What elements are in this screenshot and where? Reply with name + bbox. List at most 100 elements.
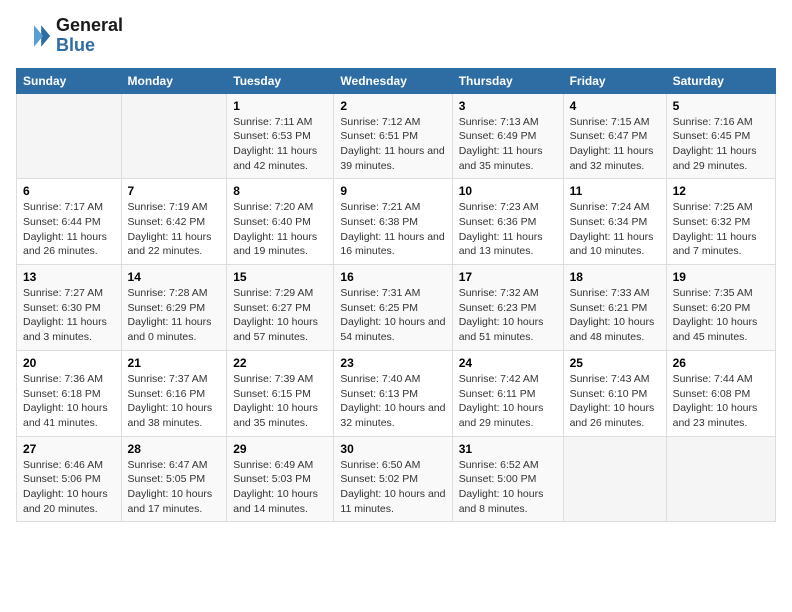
calendar-table: SundayMondayTuesdayWednesdayThursdayFrid… [16,68,776,523]
calendar-week-1: 1 Sunrise: 7:11 AMSunset: 6:53 PMDayligh… [17,93,776,179]
day-info: Sunrise: 7:21 AMSunset: 6:38 PMDaylight:… [340,200,445,259]
day-info: Sunrise: 7:15 AMSunset: 6:47 PMDaylight:… [570,115,660,174]
day-info: Sunrise: 7:33 AMSunset: 6:21 PMDaylight:… [570,286,660,345]
page-header: General Blue [16,16,776,56]
day-number: 2 [340,99,445,113]
weekday-header-saturday: Saturday [666,68,775,93]
calendar-cell: 17 Sunrise: 7:32 AMSunset: 6:23 PMDaylig… [452,265,563,351]
day-info: Sunrise: 7:37 AMSunset: 6:16 PMDaylight:… [128,372,221,431]
day-info: Sunrise: 6:50 AMSunset: 5:02 PMDaylight:… [340,458,445,517]
calendar-cell: 13 Sunrise: 7:27 AMSunset: 6:30 PMDaylig… [17,265,122,351]
day-number: 14 [128,270,221,284]
calendar-cell: 19 Sunrise: 7:35 AMSunset: 6:20 PMDaylig… [666,265,775,351]
calendar-cell [563,436,666,522]
day-number: 22 [233,356,327,370]
day-info: Sunrise: 7:12 AMSunset: 6:51 PMDaylight:… [340,115,445,174]
day-info: Sunrise: 6:47 AMSunset: 5:05 PMDaylight:… [128,458,221,517]
calendar-cell: 2 Sunrise: 7:12 AMSunset: 6:51 PMDayligh… [334,93,452,179]
weekday-header-sunday: Sunday [17,68,122,93]
day-number: 4 [570,99,660,113]
day-number: 31 [459,442,557,456]
calendar-week-5: 27 Sunrise: 6:46 AMSunset: 5:06 PMDaylig… [17,436,776,522]
calendar-cell: 21 Sunrise: 7:37 AMSunset: 6:16 PMDaylig… [121,350,227,436]
calendar-cell: 20 Sunrise: 7:36 AMSunset: 6:18 PMDaylig… [17,350,122,436]
weekday-header-wednesday: Wednesday [334,68,452,93]
calendar-cell: 11 Sunrise: 7:24 AMSunset: 6:34 PMDaylig… [563,179,666,265]
calendar-cell: 27 Sunrise: 6:46 AMSunset: 5:06 PMDaylig… [17,436,122,522]
day-number: 20 [23,356,115,370]
day-number: 6 [23,184,115,198]
day-info: Sunrise: 7:28 AMSunset: 6:29 PMDaylight:… [128,286,221,345]
day-number: 8 [233,184,327,198]
weekday-header-tuesday: Tuesday [227,68,334,93]
logo-icon [16,18,52,54]
day-number: 27 [23,442,115,456]
calendar-cell: 4 Sunrise: 7:15 AMSunset: 6:47 PMDayligh… [563,93,666,179]
day-number: 12 [673,184,769,198]
day-info: Sunrise: 7:42 AMSunset: 6:11 PMDaylight:… [459,372,557,431]
calendar-cell [121,93,227,179]
calendar-cell: 26 Sunrise: 7:44 AMSunset: 6:08 PMDaylig… [666,350,775,436]
day-info: Sunrise: 7:39 AMSunset: 6:15 PMDaylight:… [233,372,327,431]
day-number: 19 [673,270,769,284]
day-info: Sunrise: 7:27 AMSunset: 6:30 PMDaylight:… [23,286,115,345]
day-info: Sunrise: 7:40 AMSunset: 6:13 PMDaylight:… [340,372,445,431]
day-info: Sunrise: 7:43 AMSunset: 6:10 PMDaylight:… [570,372,660,431]
day-info: Sunrise: 7:24 AMSunset: 6:34 PMDaylight:… [570,200,660,259]
day-number: 29 [233,442,327,456]
day-info: Sunrise: 7:13 AMSunset: 6:49 PMDaylight:… [459,115,557,174]
calendar-cell: 25 Sunrise: 7:43 AMSunset: 6:10 PMDaylig… [563,350,666,436]
day-number: 15 [233,270,327,284]
day-number: 24 [459,356,557,370]
day-number: 9 [340,184,445,198]
calendar-cell: 29 Sunrise: 6:49 AMSunset: 5:03 PMDaylig… [227,436,334,522]
day-info: Sunrise: 7:16 AMSunset: 6:45 PMDaylight:… [673,115,769,174]
calendar-cell: 18 Sunrise: 7:33 AMSunset: 6:21 PMDaylig… [563,265,666,351]
day-number: 30 [340,442,445,456]
calendar-cell: 15 Sunrise: 7:29 AMSunset: 6:27 PMDaylig… [227,265,334,351]
day-number: 18 [570,270,660,284]
day-number: 1 [233,99,327,113]
calendar-cell [17,93,122,179]
calendar-cell: 28 Sunrise: 6:47 AMSunset: 5:05 PMDaylig… [121,436,227,522]
calendar-cell: 7 Sunrise: 7:19 AMSunset: 6:42 PMDayligh… [121,179,227,265]
day-info: Sunrise: 7:23 AMSunset: 6:36 PMDaylight:… [459,200,557,259]
day-number: 25 [570,356,660,370]
weekday-header-thursday: Thursday [452,68,563,93]
day-info: Sunrise: 7:20 AMSunset: 6:40 PMDaylight:… [233,200,327,259]
day-number: 3 [459,99,557,113]
calendar-cell: 5 Sunrise: 7:16 AMSunset: 6:45 PMDayligh… [666,93,775,179]
day-info: Sunrise: 7:17 AMSunset: 6:44 PMDaylight:… [23,200,115,259]
day-info: Sunrise: 7:19 AMSunset: 6:42 PMDaylight:… [128,200,221,259]
day-info: Sunrise: 7:44 AMSunset: 6:08 PMDaylight:… [673,372,769,431]
logo: General Blue [16,16,123,56]
day-info: Sunrise: 7:35 AMSunset: 6:20 PMDaylight:… [673,286,769,345]
logo-text: General Blue [56,16,123,56]
day-number: 13 [23,270,115,284]
day-info: Sunrise: 7:32 AMSunset: 6:23 PMDaylight:… [459,286,557,345]
weekday-header-monday: Monday [121,68,227,93]
day-number: 23 [340,356,445,370]
calendar-cell: 24 Sunrise: 7:42 AMSunset: 6:11 PMDaylig… [452,350,563,436]
calendar-week-2: 6 Sunrise: 7:17 AMSunset: 6:44 PMDayligh… [17,179,776,265]
calendar-cell: 6 Sunrise: 7:17 AMSunset: 6:44 PMDayligh… [17,179,122,265]
day-number: 5 [673,99,769,113]
day-info: Sunrise: 6:49 AMSunset: 5:03 PMDaylight:… [233,458,327,517]
calendar-cell: 10 Sunrise: 7:23 AMSunset: 6:36 PMDaylig… [452,179,563,265]
day-number: 26 [673,356,769,370]
day-number: 10 [459,184,557,198]
calendar-week-4: 20 Sunrise: 7:36 AMSunset: 6:18 PMDaylig… [17,350,776,436]
calendar-cell: 3 Sunrise: 7:13 AMSunset: 6:49 PMDayligh… [452,93,563,179]
calendar-cell: 1 Sunrise: 7:11 AMSunset: 6:53 PMDayligh… [227,93,334,179]
calendar-cell: 9 Sunrise: 7:21 AMSunset: 6:38 PMDayligh… [334,179,452,265]
calendar-cell: 31 Sunrise: 6:52 AMSunset: 5:00 PMDaylig… [452,436,563,522]
day-number: 17 [459,270,557,284]
day-info: Sunrise: 6:52 AMSunset: 5:00 PMDaylight:… [459,458,557,517]
calendar-cell: 22 Sunrise: 7:39 AMSunset: 6:15 PMDaylig… [227,350,334,436]
day-number: 21 [128,356,221,370]
calendar-week-3: 13 Sunrise: 7:27 AMSunset: 6:30 PMDaylig… [17,265,776,351]
day-number: 7 [128,184,221,198]
day-info: Sunrise: 7:36 AMSunset: 6:18 PMDaylight:… [23,372,115,431]
day-info: Sunrise: 7:29 AMSunset: 6:27 PMDaylight:… [233,286,327,345]
calendar-cell: 30 Sunrise: 6:50 AMSunset: 5:02 PMDaylig… [334,436,452,522]
